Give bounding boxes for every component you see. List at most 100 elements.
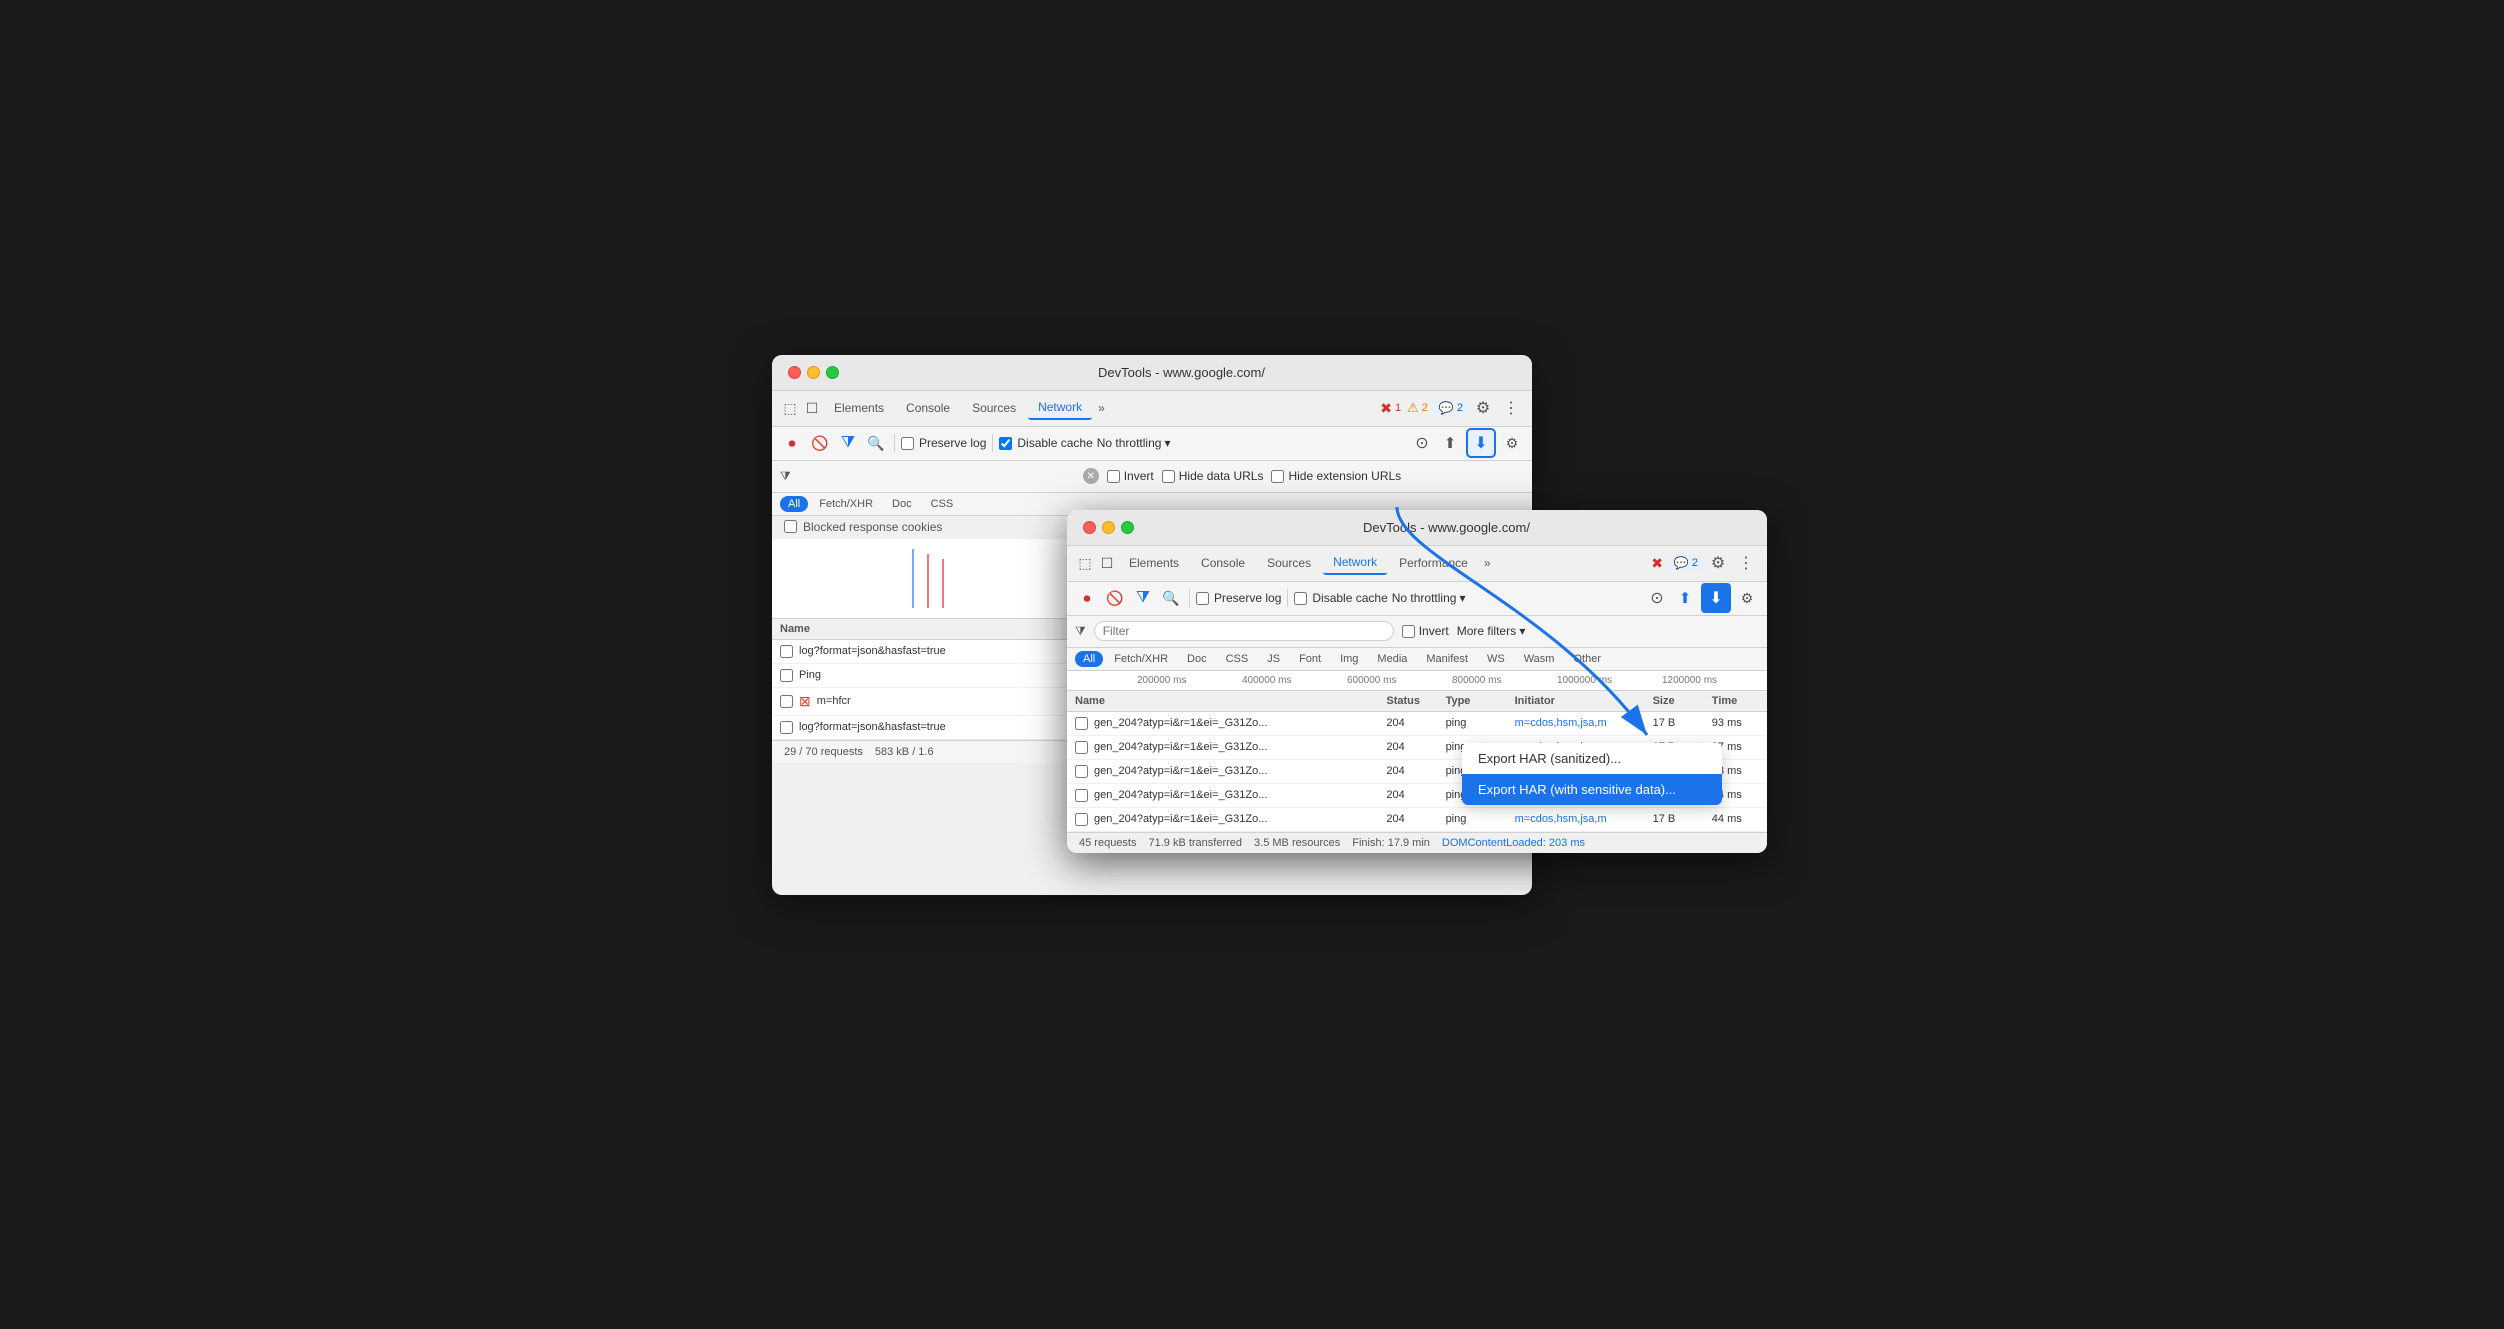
fg-throttling-chevron: ▾ (1459, 591, 1465, 605)
fg-timeline-label-5: 1200000 ms (1662, 675, 1767, 686)
bg-filter-input[interactable] (799, 469, 1079, 483)
fg-disable-cache-checkbox[interactable] (1294, 592, 1307, 605)
bg-tab-elements[interactable]: Elements (824, 397, 894, 419)
fg-tab-more[interactable]: » (1480, 554, 1495, 572)
bg-type-fetch-xhr[interactable]: Fetch/XHR (811, 496, 881, 512)
bg-type-css[interactable]: CSS (923, 496, 962, 512)
fg-row-2-name-cell: gen_204?atyp=i&r=1&ei=_G31Zo... (1067, 760, 1382, 783)
bg-minimize-button[interactable] (807, 366, 820, 379)
fg-row-4-checkbox[interactable] (1075, 813, 1088, 826)
bg-invert-label[interactable]: Invert (1107, 469, 1154, 483)
fg-minimize-button[interactable] (1102, 521, 1115, 534)
fg-more-filters[interactable]: More filters ▾ (1457, 624, 1526, 638)
fg-tab-elements[interactable]: Elements (1119, 552, 1189, 574)
fg-separator-1 (1189, 589, 1190, 607)
bg-preserve-log-checkbox[interactable] (901, 437, 914, 450)
export-har-sensitive[interactable]: Export HAR (with sensitive data)... (1462, 774, 1722, 805)
fg-settings-button[interactable]: ⚙ (1705, 550, 1731, 576)
bg-filter-clear-button[interactable]: ✕ (1083, 468, 1099, 484)
bg-record-button[interactable]: ⏺ (780, 431, 804, 455)
bg-invert-checkbox[interactable] (1107, 470, 1120, 483)
fg-tab-console[interactable]: Console (1191, 552, 1255, 574)
fg-record-button[interactable]: ⏺ (1075, 586, 1099, 610)
fg-type-media[interactable]: Media (1369, 651, 1415, 667)
bg-type-all[interactable]: All (780, 496, 808, 512)
bg-inspect-icon[interactable]: ⬚ (780, 398, 800, 418)
fg-row-4-type: ping (1442, 808, 1511, 830)
fg-search-button[interactable]: 🔍 (1159, 586, 1183, 610)
bg-row-1-checkbox[interactable] (780, 669, 793, 682)
fg-type-fetch-xhr[interactable]: Fetch/XHR (1106, 651, 1176, 667)
bg-preserve-log-label[interactable]: Preserve log (901, 436, 986, 450)
fg-throttling-select[interactable]: No throttling ▾ (1392, 591, 1466, 605)
bg-hide-data-urls-label[interactable]: Hide data URLs (1162, 469, 1264, 483)
fg-preserve-log-label[interactable]: Preserve log (1196, 591, 1281, 605)
fg-preserve-log-checkbox[interactable] (1196, 592, 1209, 605)
fg-inspect-icon[interactable]: ⬚ (1075, 553, 1095, 573)
bg-fullscreen-button[interactable] (826, 366, 839, 379)
fg-tab-sources[interactable]: Sources (1257, 552, 1321, 574)
fg-row-2-checkbox[interactable] (1075, 765, 1088, 778)
fg-device-icon[interactable]: ☐ (1097, 553, 1117, 573)
bg-filter-button[interactable]: ⧩ (836, 431, 860, 455)
fg-tab-performance[interactable]: Performance (1389, 552, 1478, 574)
fg-type-font[interactable]: Font (1291, 651, 1329, 667)
fg-filter-button[interactable]: ⧩ (1131, 586, 1155, 610)
fg-type-wasm[interactable]: Wasm (1516, 651, 1563, 667)
fg-table-row-4[interactable]: gen_204?atyp=i&r=1&ei=_G31Zo... 204 ping… (1067, 808, 1767, 832)
bg-hide-ext-checkbox[interactable] (1271, 470, 1284, 483)
fg-type-other[interactable]: Other (1565, 651, 1609, 667)
bg-search-button[interactable]: 🔍 (864, 431, 888, 455)
fg-close-button[interactable] (1083, 521, 1096, 534)
bg-tab-console[interactable]: Console (896, 397, 960, 419)
fg-invert-label[interactable]: Invert (1402, 624, 1449, 638)
fg-fullscreen-button[interactable] (1121, 521, 1134, 534)
bg-row-0-checkbox[interactable] (780, 645, 793, 658)
fg-row-0-initiator[interactable]: m=cdos,hsm,jsa,m (1511, 712, 1649, 734)
bg-clear-button[interactable]: 🚫 (808, 431, 832, 455)
bg-row-3-checkbox[interactable] (780, 721, 793, 734)
bg-tab-network[interactable]: Network (1028, 396, 1092, 420)
fg-download-button[interactable]: ⬇ (1701, 583, 1731, 613)
fg-row-0-checkbox[interactable] (1075, 717, 1088, 730)
fg-upload-button[interactable]: ⬆ (1673, 586, 1697, 610)
fg-type-manifest[interactable]: Manifest (1418, 651, 1476, 667)
bg-hide-data-urls-checkbox[interactable] (1162, 470, 1175, 483)
fg-more-button[interactable]: ⋮ (1733, 550, 1759, 576)
bg-settings-button[interactable]: ⚙ (1470, 395, 1496, 421)
bg-device-icon[interactable]: ☐ (802, 398, 822, 418)
fg-type-css[interactable]: CSS (1218, 651, 1257, 667)
bg-upload-button[interactable]: ⬆ (1438, 431, 1462, 455)
fg-clear-button[interactable]: 🚫 (1103, 586, 1127, 610)
bg-more-button[interactable]: ⋮ (1498, 395, 1524, 421)
fg-tab-network[interactable]: Network (1323, 551, 1387, 575)
bg-network-settings-button[interactable]: ⚙ (1500, 431, 1524, 455)
fg-disable-cache-label[interactable]: Disable cache (1294, 591, 1387, 605)
fg-row-3-checkbox[interactable] (1075, 789, 1088, 802)
fg-filter-input[interactable] (1103, 624, 1385, 638)
bg-download-button[interactable]: ⬇ (1466, 428, 1496, 458)
bg-row-2-checkbox[interactable] (780, 695, 793, 708)
bg-blocked-checkbox[interactable] (784, 520, 797, 533)
bg-type-doc[interactable]: Doc (884, 496, 920, 512)
bg-hide-ext-label[interactable]: Hide extension URLs (1271, 469, 1401, 483)
bg-disable-cache-checkbox[interactable] (999, 437, 1012, 450)
fg-type-all[interactable]: All (1075, 651, 1103, 667)
bg-disable-cache-label[interactable]: Disable cache (999, 436, 1092, 450)
fg-row-4-initiator[interactable]: m=cdos,hsm,jsa,m (1511, 808, 1649, 830)
fg-type-ws[interactable]: WS (1479, 651, 1513, 667)
fg-table-row-0[interactable]: gen_204?atyp=i&r=1&ei=_G31Zo... 204 ping… (1067, 712, 1767, 736)
fg-type-js[interactable]: JS (1259, 651, 1288, 667)
export-har-sanitized[interactable]: Export HAR (sanitized)... (1462, 743, 1722, 774)
bg-wifi-icon: ⊙ (1410, 431, 1434, 455)
fg-network-settings-button[interactable]: ⚙ (1735, 586, 1759, 610)
bg-tab-sources[interactable]: Sources (962, 397, 1026, 419)
bg-close-button[interactable] (788, 366, 801, 379)
bg-throttling-select[interactable]: No throttling ▾ (1097, 436, 1171, 450)
bg-tab-more[interactable]: » (1094, 399, 1109, 417)
fg-type-img[interactable]: Img (1332, 651, 1366, 667)
fg-row-0-time: 93 ms (1708, 712, 1767, 734)
fg-row-1-checkbox[interactable] (1075, 741, 1088, 754)
fg-type-doc[interactable]: Doc (1179, 651, 1215, 667)
fg-invert-checkbox[interactable] (1402, 625, 1415, 638)
